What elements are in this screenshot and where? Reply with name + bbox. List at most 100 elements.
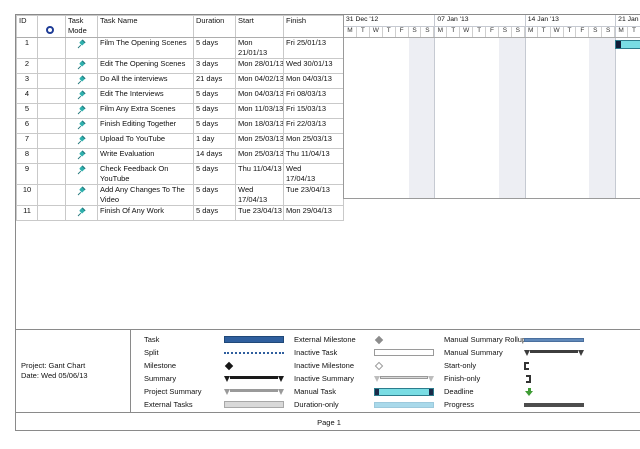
cell-id[interactable]: 7: [16, 133, 38, 149]
cell-duration[interactable]: 5 days: [193, 103, 236, 119]
cell-start[interactable]: Mon 11/03/13: [235, 103, 284, 119]
cell-duration[interactable]: 5 days: [193, 118, 236, 134]
task-table[interactable]: ID Task Mode Task Name Duration Start Finish 1…: [16, 15, 344, 221]
cell-finish[interactable]: Wed 17/04/13: [283, 163, 344, 185]
cell-duration[interactable]: 5 days: [193, 184, 236, 206]
col-header-mode[interactable]: Task Mode: [65, 15, 98, 38]
cell-id[interactable]: 1: [16, 37, 38, 59]
cell-start[interactable]: Mon 25/03/13: [235, 148, 284, 164]
cell-finish[interactable]: Mon 29/04/13: [283, 205, 344, 221]
cell-task-name[interactable]: Edit The Opening Scenes: [97, 58, 194, 74]
cell-indicators[interactable]: [37, 88, 66, 104]
cell-duration[interactable]: 3 days: [193, 58, 236, 74]
cell-task-mode[interactable]: [65, 163, 98, 185]
task-row-6[interactable]: 6 Finish Editing Together 5 days Mon 18/03/…: [16, 118, 344, 134]
legend-label: Manual Task: [294, 387, 336, 396]
cell-task-name[interactable]: Check Feedback On YouTube: [97, 163, 194, 185]
task-row-5[interactable]: 5 Film Any Extra Scenes 5 days Mon 11/03/13…: [16, 103, 344, 119]
cell-task-mode[interactable]: [65, 88, 98, 104]
cell-task-name[interactable]: Do All the interviews: [97, 73, 194, 89]
cell-duration[interactable]: 5 days: [193, 88, 236, 104]
cell-task-mode[interactable]: [65, 37, 98, 59]
col-header-id[interactable]: ID: [16, 15, 38, 38]
cell-indicators[interactable]: [37, 73, 66, 89]
cell-start[interactable]: Tue 23/04/13: [235, 205, 284, 221]
task-row-1[interactable]: 1 Film The Opening Scenes 5 days Mon 21/01/…: [16, 37, 344, 59]
cell-finish[interactable]: Mon 25/03/13: [283, 133, 344, 149]
cell-id[interactable]: 6: [16, 118, 38, 134]
cell-id[interactable]: 5: [16, 103, 38, 119]
cell-start[interactable]: Mon 04/03/13: [235, 88, 284, 104]
task-row-8[interactable]: 8 Write Evaluation 14 days Mon 25/03/13 Thu …: [16, 148, 344, 164]
cell-task-name[interactable]: Edit The Interviews: [97, 88, 194, 104]
cell-duration[interactable]: 5 days: [193, 205, 236, 221]
cell-start[interactable]: Mon 21/01/13: [235, 37, 284, 59]
cell-start[interactable]: Wed 17/04/13: [235, 184, 284, 206]
cell-task-mode[interactable]: [65, 58, 98, 74]
cell-duration[interactable]: 5 days: [193, 163, 236, 185]
cell-task-name[interactable]: Film Any Extra Scenes: [97, 103, 194, 119]
cell-duration[interactable]: 21 days: [193, 73, 236, 89]
cell-indicators[interactable]: [37, 163, 66, 185]
cell-finish[interactable]: Fri 25/01/13: [283, 37, 344, 59]
cell-id[interactable]: 4: [16, 88, 38, 104]
col-header-finish[interactable]: Finish: [283, 15, 344, 38]
cell-finish[interactable]: Mon 04/03/13: [283, 73, 344, 89]
cell-start[interactable]: Mon 04/02/13: [235, 73, 284, 89]
cell-finish[interactable]: Fri 15/03/13: [283, 103, 344, 119]
col-header-indicators[interactable]: [37, 15, 66, 38]
task-row-2[interactable]: 2 Edit The Opening Scenes 3 days Mon 28/01/…: [16, 58, 344, 74]
cell-duration[interactable]: 5 days: [193, 37, 236, 59]
cell-id[interactable]: 2: [16, 58, 38, 74]
cell-task-name[interactable]: Write Evaluation: [97, 148, 194, 164]
cell-task-mode[interactable]: [65, 148, 98, 164]
cell-task-name[interactable]: Upload To YouTube: [97, 133, 194, 149]
cell-duration[interactable]: 14 days: [193, 148, 236, 164]
cell-id[interactable]: 9: [16, 163, 38, 185]
cell-indicators[interactable]: [37, 118, 66, 134]
cell-id[interactable]: 8: [16, 148, 38, 164]
cell-indicators[interactable]: [37, 148, 66, 164]
cell-start[interactable]: Mon 18/03/13: [235, 118, 284, 134]
cell-finish[interactable]: Wed 30/01/13: [283, 58, 344, 74]
cell-finish[interactable]: Thu 11/04/13: [283, 148, 344, 164]
cell-indicators[interactable]: [37, 184, 66, 206]
cell-task-mode[interactable]: [65, 205, 98, 221]
col-header-start[interactable]: Start: [235, 15, 284, 38]
cell-start[interactable]: Thu 11/04/13: [235, 163, 284, 185]
col-header-name[interactable]: Task Name: [97, 15, 194, 38]
task-row-11[interactable]: 11 Finish Of Any Work 5 days Tue 23/04/13 Mo…: [16, 205, 344, 221]
col-header-duration[interactable]: Duration: [193, 15, 236, 38]
cell-task-mode[interactable]: [65, 103, 98, 119]
timescale-day-cell: T: [538, 26, 551, 37]
task-row-4[interactable]: 4 Edit The Interviews 5 days Mon 04/03/13 Fr…: [16, 88, 344, 104]
cell-task-mode[interactable]: [65, 133, 98, 149]
cell-indicators[interactable]: [37, 37, 66, 59]
cell-start[interactable]: Mon 28/01/13: [235, 58, 284, 74]
task-row-3[interactable]: 3 Do All the interviews 21 days Mon 04/02/1…: [16, 73, 344, 89]
cell-indicators[interactable]: [37, 58, 66, 74]
cell-id[interactable]: 3: [16, 73, 38, 89]
cell-duration[interactable]: 1 day: [193, 133, 236, 149]
cell-task-mode[interactable]: [65, 118, 98, 134]
task-row-7[interactable]: 7 Upload To YouTube 1 day Mon 25/03/13 Mon 2…: [16, 133, 344, 149]
cell-finish[interactable]: Tue 23/04/13: [283, 184, 344, 206]
cell-indicators[interactable]: [37, 205, 66, 221]
cell-finish[interactable]: Fri 08/03/13: [283, 88, 344, 104]
cell-task-name[interactable]: Film The Opening Scenes: [97, 37, 194, 59]
cell-finish[interactable]: Fri 22/03/13: [283, 118, 344, 134]
cell-task-name[interactable]: Add Any Changes To The Video: [97, 184, 194, 206]
cell-indicators[interactable]: [37, 133, 66, 149]
cell-task-mode[interactable]: [65, 73, 98, 89]
cell-task-name[interactable]: Finish Editing Together: [97, 118, 194, 134]
task-bar-1[interactable]: [615, 40, 640, 49]
pushpin-icon: [77, 165, 86, 175]
task-row-10[interactable]: 10 Add Any Changes To The Video 5 days Wed …: [16, 184, 344, 206]
cell-start[interactable]: Mon 25/03/13: [235, 133, 284, 149]
cell-indicators[interactable]: [37, 103, 66, 119]
cell-task-mode[interactable]: [65, 184, 98, 206]
cell-id[interactable]: 10: [16, 184, 38, 206]
task-row-9[interactable]: 9 Check Feedback On YouTube 5 days Thu 11/0…: [16, 163, 344, 185]
cell-id[interactable]: 11: [16, 205, 38, 221]
cell-task-name[interactable]: Finish Of Any Work: [97, 205, 194, 221]
